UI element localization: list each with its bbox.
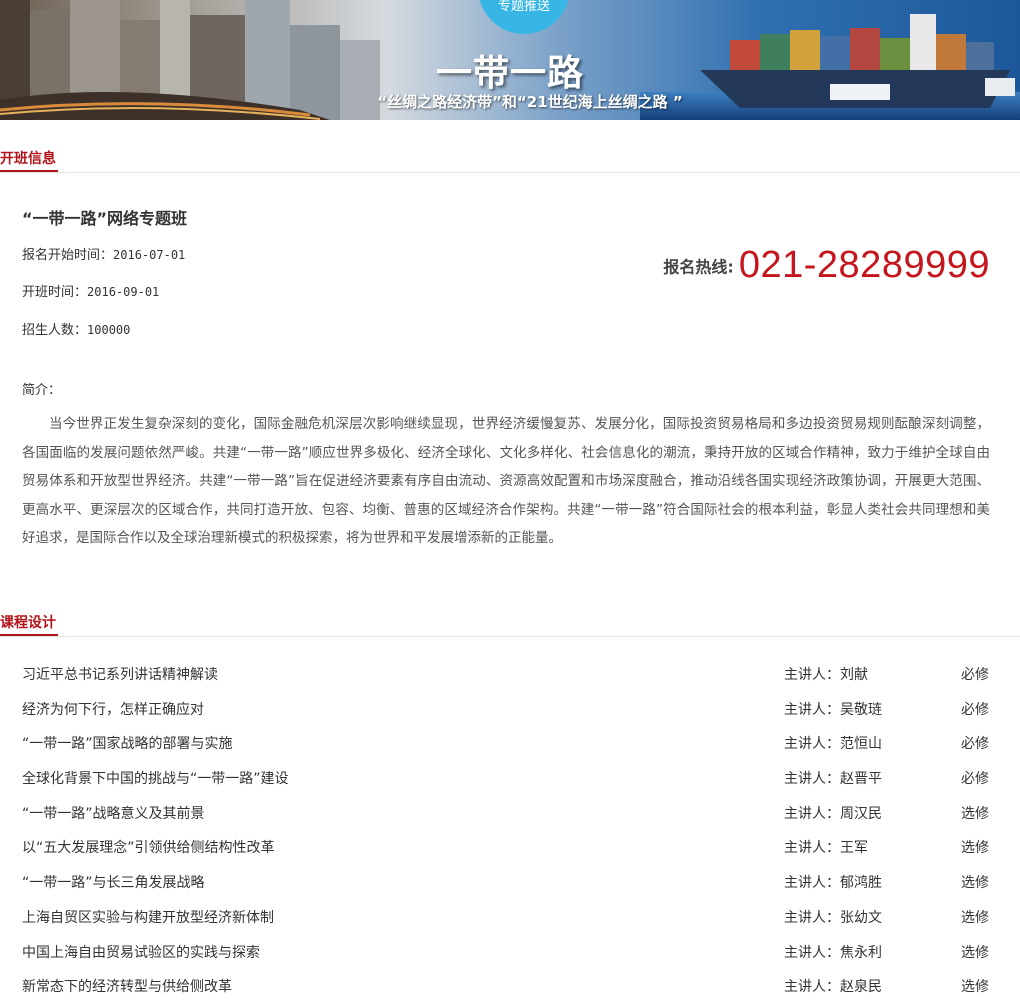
enrollment-value: 100000	[87, 323, 131, 337]
course-row[interactable]: 新常态下的经济转型与供给侧改革 主讲人：赵泉民 选修	[0, 967, 1020, 1002]
signup-start-label: 报名开始时间：	[22, 248, 114, 263]
course-row[interactable]: 经济为何下行，怎样正确应对 主讲人：吴敬琏 必修	[0, 690, 1020, 725]
course-teacher: 主讲人：赵泉民	[784, 979, 882, 996]
enrollment-label: 招生人数：	[22, 323, 88, 338]
course-title[interactable]: 全球化背景下中国的挑战与“一带一路”建设	[22, 768, 289, 788]
course-teacher: 主讲人：焦永利	[784, 944, 882, 961]
class-info-section-label: 开班信息	[0, 148, 58, 172]
signup-start-value: 2016-07-01	[113, 248, 186, 262]
course-teacher: 主讲人：吴敬琏	[784, 701, 882, 718]
class-start-line: 开班时间：2016-09-01	[22, 281, 159, 300]
course-teacher: 主讲人：王军	[784, 840, 868, 857]
class-info-section-header: 开班信息	[0, 148, 1020, 173]
intro-label: 简介：	[22, 383, 62, 398]
hotline-number: 021-28289999	[738, 244, 990, 286]
course-type: 必修	[961, 701, 989, 718]
course-title[interactable]: 以“五大发展理念”引领供给侧结构性改革	[22, 837, 275, 857]
course-section-header: 课程设计	[0, 612, 1020, 637]
course-title[interactable]: 中国上海自由贸易试验区的实践与探索	[22, 942, 260, 962]
course-type: 必修	[961, 736, 989, 753]
course-type: 选修	[961, 979, 989, 996]
course-teacher: 主讲人：张幼文	[784, 909, 882, 926]
course-teacher: 主讲人：刘献	[784, 667, 868, 683]
course-title[interactable]: 习近平总书记系列讲话精神解读	[22, 664, 218, 684]
course-row[interactable]: “一带一路”与长三角发展战略 主讲人：郁鸿胜 选修	[0, 863, 1020, 898]
topic-banner: 专题推送 一带一路 “丝绸之路经济带”和“21世纪海上丝绸之路 ”	[0, 0, 1020, 120]
course-title[interactable]: “一带一路”与长三角发展战略	[22, 872, 205, 892]
course-teacher: 主讲人：范恒山	[784, 736, 882, 753]
banner-subtitle: “丝绸之路经济带”和“21世纪海上丝绸之路 ”	[377, 93, 683, 111]
course-row[interactable]: 全球化背景下中国的挑战与“一带一路”建设 主讲人：赵晋平 必修	[0, 759, 1020, 794]
course-teacher: 主讲人：赵晋平	[784, 771, 882, 788]
course-title[interactable]: 新常态下的经济转型与供给侧改革	[22, 976, 232, 996]
course-type: 必修	[961, 771, 989, 788]
course-type: 选修	[961, 840, 989, 857]
topic-push-badge-label: 专题推送	[497, 0, 550, 14]
signup-start-line: 报名开始时间：2016-07-01	[22, 244, 185, 263]
course-row[interactable]: 中国上海自由贸易试验区的实践与探索 主讲人：焦永利 选修	[0, 933, 1020, 968]
course-title[interactable]: 经济为何下行，怎样正确应对	[22, 699, 204, 719]
class-title: “一带一路”网络专题班	[22, 209, 188, 228]
class-start-value: 2016-09-01	[87, 285, 160, 299]
course-type: 选修	[961, 944, 989, 961]
course-title[interactable]: “一带一路”战略意义及其前景	[22, 803, 205, 823]
course-title[interactable]: 上海自贸区实验与构建开放型经济新体制	[22, 907, 274, 927]
course-type: 选修	[961, 875, 989, 892]
enrollment-line: 招生人数：100000	[22, 319, 130, 338]
course-type: 选修	[961, 909, 989, 926]
intro-text: 当今世界正发生复杂深刻的变化，国际金融危机深层次影响继续显现，世界经济缓慢复苏、…	[22, 416, 990, 546]
course-type: 必修	[961, 667, 989, 683]
course-row[interactable]: “一带一路”战略意义及其前景 主讲人：周汉民 选修	[0, 794, 1020, 829]
banner-title: 一带一路	[435, 53, 584, 94]
course-section-label: 课程设计	[0, 612, 58, 636]
hotline-label: 报名热线:	[663, 257, 734, 277]
course-row[interactable]: 以“五大发展理念”引领供给侧结构性改革 主讲人：王军 选修	[0, 828, 1020, 863]
course-type: 选修	[961, 805, 989, 822]
signup-hotline: 报名热线: 021-28289999	[663, 244, 990, 287]
course-row[interactable]: 上海自贸区实验与构建开放型经济新体制 主讲人：张幼文 选修	[0, 898, 1020, 933]
course-teacher: 主讲人：周汉民	[784, 805, 882, 822]
course-row[interactable]: “一带一路”国家战略的部署与实施 主讲人：范恒山 必修	[0, 724, 1020, 759]
course-row[interactable]: 习近平总书记系列讲话精神解读 主讲人：刘献 必修	[0, 655, 1020, 690]
course-teacher: 主讲人：郁鸿胜	[784, 875, 882, 892]
course-list: 习近平总书记系列讲话精神解读 主讲人：刘献 必修 经济为何下行，怎样正确应对 主…	[0, 655, 1020, 1002]
course-title[interactable]: “一带一路”国家战略的部署与实施	[22, 733, 233, 753]
class-start-label: 开班时间：	[22, 285, 88, 300]
